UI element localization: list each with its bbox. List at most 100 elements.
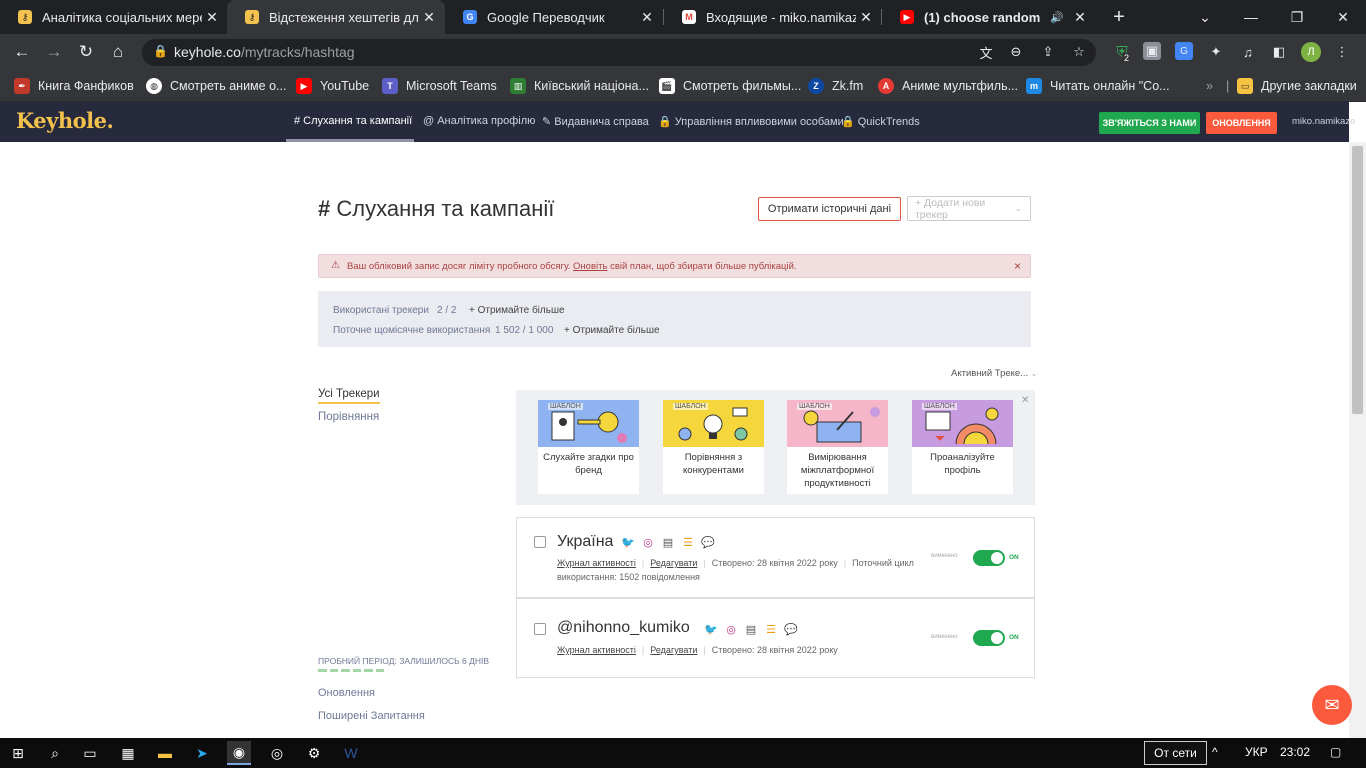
telegram-icon[interactable]: ➤ [190,741,214,765]
bookmark-item[interactable]: T Microsoft Teams [382,77,497,95]
google-translate-extension-icon[interactable]: G [1175,42,1193,60]
tracker-checkbox[interactable] [534,623,546,635]
close-tab-icon[interactable]: ✕ [419,9,439,26]
more-bookmarks-icon[interactable]: » [1206,77,1213,95]
nav-quicktrends[interactable]: 🔒 QuickTrends [841,115,920,128]
template-card-brand[interactable]: ШАБЛОН Слухайте згадки про бренд [538,400,639,494]
audio-playing-icon[interactable]: 🔊 [1050,11,1064,24]
bookmark-item[interactable]: Z Zk.fm [808,77,863,95]
close-tab-icon[interactable]: ✕ [202,9,222,26]
lock-icon[interactable]: 🔒 [153,44,168,58]
forum-icon: 💬 [701,537,715,549]
close-tab-icon[interactable]: ✕ [856,9,876,26]
reload-icon[interactable]: ↻ [74,40,98,64]
chat-icon[interactable]: ✉ [1312,685,1352,725]
close-icon[interactable]: ✕ [1021,395,1029,406]
browser-tab[interactable]: G Google Переводчик ✕ [445,0,663,34]
activity-log-link[interactable]: Журнал активності [557,558,636,568]
template-card-competitors[interactable]: ШАБЛОН Порівняння з конкурентами [663,400,764,494]
language-indicator[interactable]: УКР [1245,745,1268,759]
chrome-icon[interactable]: ◉ [227,741,251,765]
browser-tab[interactable]: M Входящие - miko.namikaze.l ✕ [664,0,882,34]
new-tab-button[interactable]: + [1096,0,1142,34]
media-player-icon[interactable]: ◎ [265,741,289,765]
close-window-icon[interactable]: ✕ [1320,0,1366,34]
search-icon[interactable]: ⌕ [43,741,67,765]
nav-listening-campaigns[interactable]: # Слухання та кампанії [294,115,412,127]
bookmark-item[interactable]: A Аниме мультфиль... [878,77,1018,95]
add-tracker-dropdown[interactable]: + Додати нови трекер ⌄ [907,196,1031,221]
menu-kebab-icon[interactable]: ⋮ [1332,42,1352,62]
restore-icon[interactable]: ❐ [1274,0,1320,34]
tab-search-icon[interactable]: ⌄ [1182,0,1228,34]
tracker-name[interactable]: Україна [557,533,613,551]
extension-icon[interactable]: ▣ [1143,42,1161,60]
edit-link[interactable]: Редагувати [650,645,697,655]
edit-link[interactable]: Редагувати [650,558,697,568]
bookmark-item[interactable]: ▥ Київський націона... [510,77,649,95]
bookmark-item[interactable]: ✒ Книга Фанфиков [14,77,134,95]
scrollbar-thumb[interactable] [1352,146,1363,414]
word-icon[interactable]: W [339,741,363,765]
notifications-icon[interactable]: ▢ [1330,745,1341,759]
file-explorer-icon[interactable]: ▬ [153,741,177,765]
sidebar-upgrade[interactable]: Оновлення [318,687,375,699]
task-view-icon[interactable]: ▭ [78,741,102,765]
back-icon[interactable]: ← [10,40,34,64]
nav-influencer-management[interactable]: 🔒 Управління впливовими особами [658,115,844,128]
windows-start-icon[interactable]: ⊞ [6,741,30,765]
platform-icons: 🐦 ◎ ▤ ☰ 💬 [621,536,715,549]
minimize-icon[interactable]: — [1228,0,1274,34]
profile-avatar[interactable]: Л [1301,42,1321,62]
get-more-trackers-link[interactable]: + Отримайте більше [469,305,565,316]
bookmark-star-icon[interactable]: ☆ [1069,42,1089,62]
home-icon[interactable]: ⌂ [106,40,130,64]
upgrade-link[interactable]: Оновіть [573,261,607,272]
template-card-profile[interactable]: ШАБЛОН Проаналізуйте профіль [912,400,1013,494]
tracker-toggle[interactable] [973,630,1005,646]
rss-icon: ☰ [766,624,776,636]
other-bookmarks-folder[interactable]: ▭ Другие закладки [1237,77,1357,95]
share-icon[interactable]: ⇪ [1038,42,1058,62]
side-panel-icon[interactable]: ◧ [1269,42,1289,62]
username-menu[interactable]: miko.namikaze [1292,116,1355,127]
tracker-meta: Журнал активності | Редагувати | Створено: 2… [557,645,838,655]
contact-us-button[interactable]: ЗВ'ЯЖІТЬСЯ З НАМИ [1099,112,1200,134]
browser-tab[interactable]: ⚷ Аналітика соціальних мереж ✕ [0,0,228,34]
close-icon[interactable]: × [1014,259,1021,273]
zoom-icon[interactable]: ⊖ [1006,42,1026,62]
activity-log-link[interactable]: Журнал активності [557,645,636,655]
browser-tab[interactable]: ▶ (1) choose random dea 🔊 ✕ [882,0,1096,34]
bookmark-item[interactable]: 🎬 Смотреть фильмы... [659,77,801,95]
upgrade-button[interactable]: ОНОВЛЕННЯ [1206,112,1277,134]
bookmark-item[interactable]: ▶ YouTube [296,77,369,95]
tray-expand-icon[interactable]: ^ [1212,745,1218,759]
keyhole-logo[interactable]: Keyhole. [16,108,114,133]
close-tab-icon[interactable]: ✕ [637,9,657,26]
teams-icon: T [382,78,398,94]
extensions-puzzle-icon[interactable]: ✦ [1206,42,1226,62]
bookmark-item[interactable]: m Читать онлайн "Со... [1026,77,1170,95]
browser-tab-active[interactable]: ⚷ Відстеження хештегів для Tw ✕ [227,0,445,34]
sidebar-all-trackers[interactable]: Усі Трекери [318,388,380,404]
historical-data-button[interactable]: Отримати історичні дані [758,197,901,221]
forward-icon[interactable]: → [42,40,66,64]
tracker-sort-dropdown[interactable]: Активний Треке... ⌄ [951,368,1037,379]
nav-publishing[interactable]: ✎ Видавнича справа [542,115,649,128]
settings-icon[interactable]: ⚙ [302,741,326,765]
nav-profile-analytics[interactable]: @ Аналітика профілю [423,115,535,127]
tracker-checkbox[interactable] [534,536,546,548]
close-tab-icon[interactable]: ✕ [1070,9,1090,26]
tracker-name[interactable]: @nihonno_kumiko [557,619,690,637]
clock[interactable]: 23:02 [1280,745,1310,759]
media-control-icon[interactable]: ♫ [1238,42,1258,62]
get-more-usage-link[interactable]: + Отримайте більше [564,325,660,336]
template-card-crossplatform[interactable]: ШАБЛОН Вимірювання міжплатформної продук… [787,400,888,494]
store-icon[interactable]: ▦ [116,741,140,765]
translate-page-icon[interactable]: 文 [976,42,996,62]
bookmark-item[interactable]: ◍ Смотреть аниме о... [146,77,286,95]
sidebar-comparison[interactable]: Порівняння [318,411,379,423]
tracker-toggle[interactable] [973,550,1005,566]
sidebar-faq[interactable]: Поширені Запитання [318,710,425,722]
url-text[interactable]: keyhole.co/mytracks/hashtag [174,44,355,60]
